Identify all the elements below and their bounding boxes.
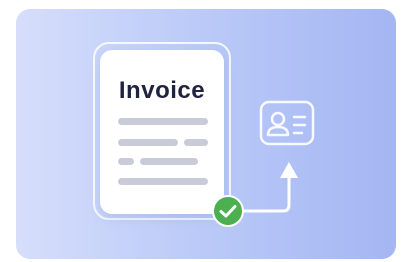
invoice-document: Invoice	[100, 50, 224, 214]
text-line	[118, 178, 208, 185]
text-line	[118, 139, 178, 146]
text-line	[118, 158, 134, 165]
document-title: Invoice	[118, 77, 206, 104]
text-line	[184, 139, 208, 146]
text-line	[118, 118, 208, 125]
check-circle-icon	[212, 195, 244, 227]
id-card-icon	[259, 100, 315, 146]
text-line	[140, 158, 198, 165]
